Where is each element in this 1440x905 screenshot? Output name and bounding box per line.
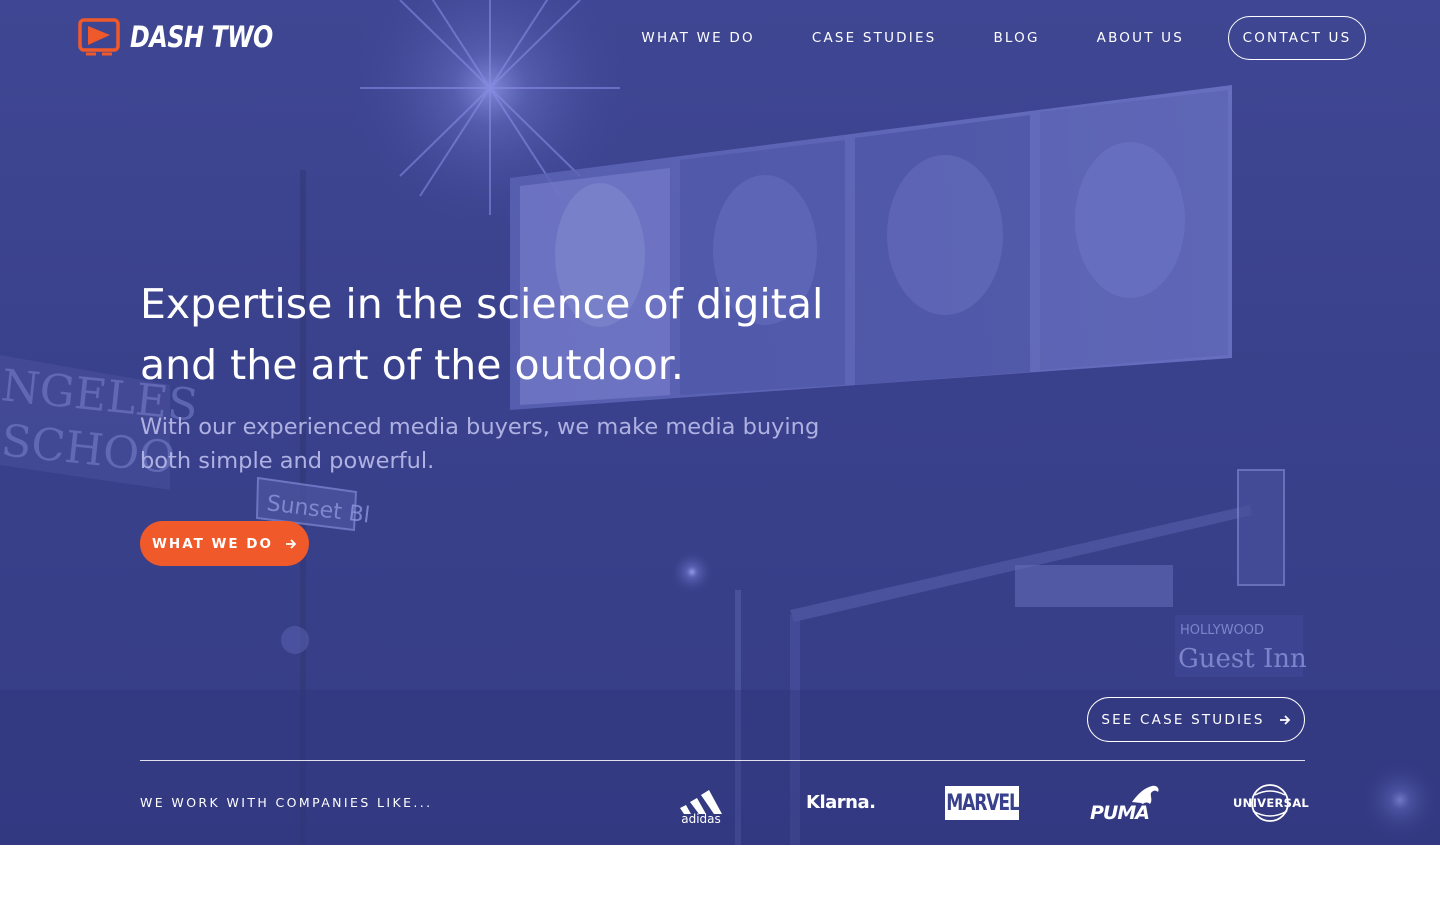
- puma-logo: PUMA: [1090, 784, 1162, 824]
- play-screen-icon: [78, 18, 120, 56]
- svg-text:Guest Inn: Guest Inn: [1178, 644, 1307, 674]
- svg-text:adidas: adidas: [681, 812, 721, 824]
- klarna-logo: Klarna.: [806, 792, 876, 813]
- nav-blog[interactable]: BLOG: [993, 30, 1039, 46]
- adidas-logo: adidas: [672, 784, 730, 826]
- see-case-studies-label: SEE CASE STUDIES: [1101, 711, 1265, 728]
- what-we-do-button[interactable]: WHAT WE DO: [140, 521, 309, 566]
- nav-what-we-do[interactable]: WHAT WE DO: [641, 30, 754, 46]
- main-nav: WHAT WE DO CASE STUDIES BLOG ABOUT US CO…: [641, 16, 1366, 60]
- what-we-do-button-label: WHAT WE DO: [152, 535, 273, 552]
- clients-divider: [140, 760, 1305, 761]
- contact-us-button[interactable]: CONTACT US: [1228, 16, 1366, 60]
- hero-headline: Expertise in the science of digital and …: [140, 280, 824, 389]
- arrow-right-icon: [1279, 714, 1290, 725]
- site-logo[interactable]: DASH TWO: [78, 18, 304, 56]
- nav-about-us[interactable]: ABOUT US: [1097, 30, 1184, 46]
- see-case-studies-button[interactable]: SEE CASE STUDIES: [1087, 697, 1305, 742]
- marvel-logo: MARVEL: [945, 786, 1019, 820]
- hero-section: NGELES SCHOO Sunset Bl HOLLYWOOD Guest I…: [0, 0, 1440, 845]
- puma-logo-text: PUMA: [1090, 802, 1150, 824]
- logo-text: DASH TWO: [130, 20, 273, 54]
- universal-logo-text: UNIVERSAL: [1233, 796, 1310, 810]
- clients-label: WE WORK WITH COMPANIES LIKE...: [140, 795, 433, 810]
- universal-logo: UNIVERSAL: [1233, 783, 1310, 823]
- marvel-logo-text: MARVEL: [945, 790, 1020, 816]
- hero-subheadline: With our experienced media buyers, we ma…: [140, 414, 820, 474]
- arrow-right-icon: [286, 538, 297, 549]
- nav-case-studies[interactable]: CASE STUDIES: [812, 30, 937, 46]
- svg-text:HOLLYWOOD: HOLLYWOOD: [1180, 623, 1264, 638]
